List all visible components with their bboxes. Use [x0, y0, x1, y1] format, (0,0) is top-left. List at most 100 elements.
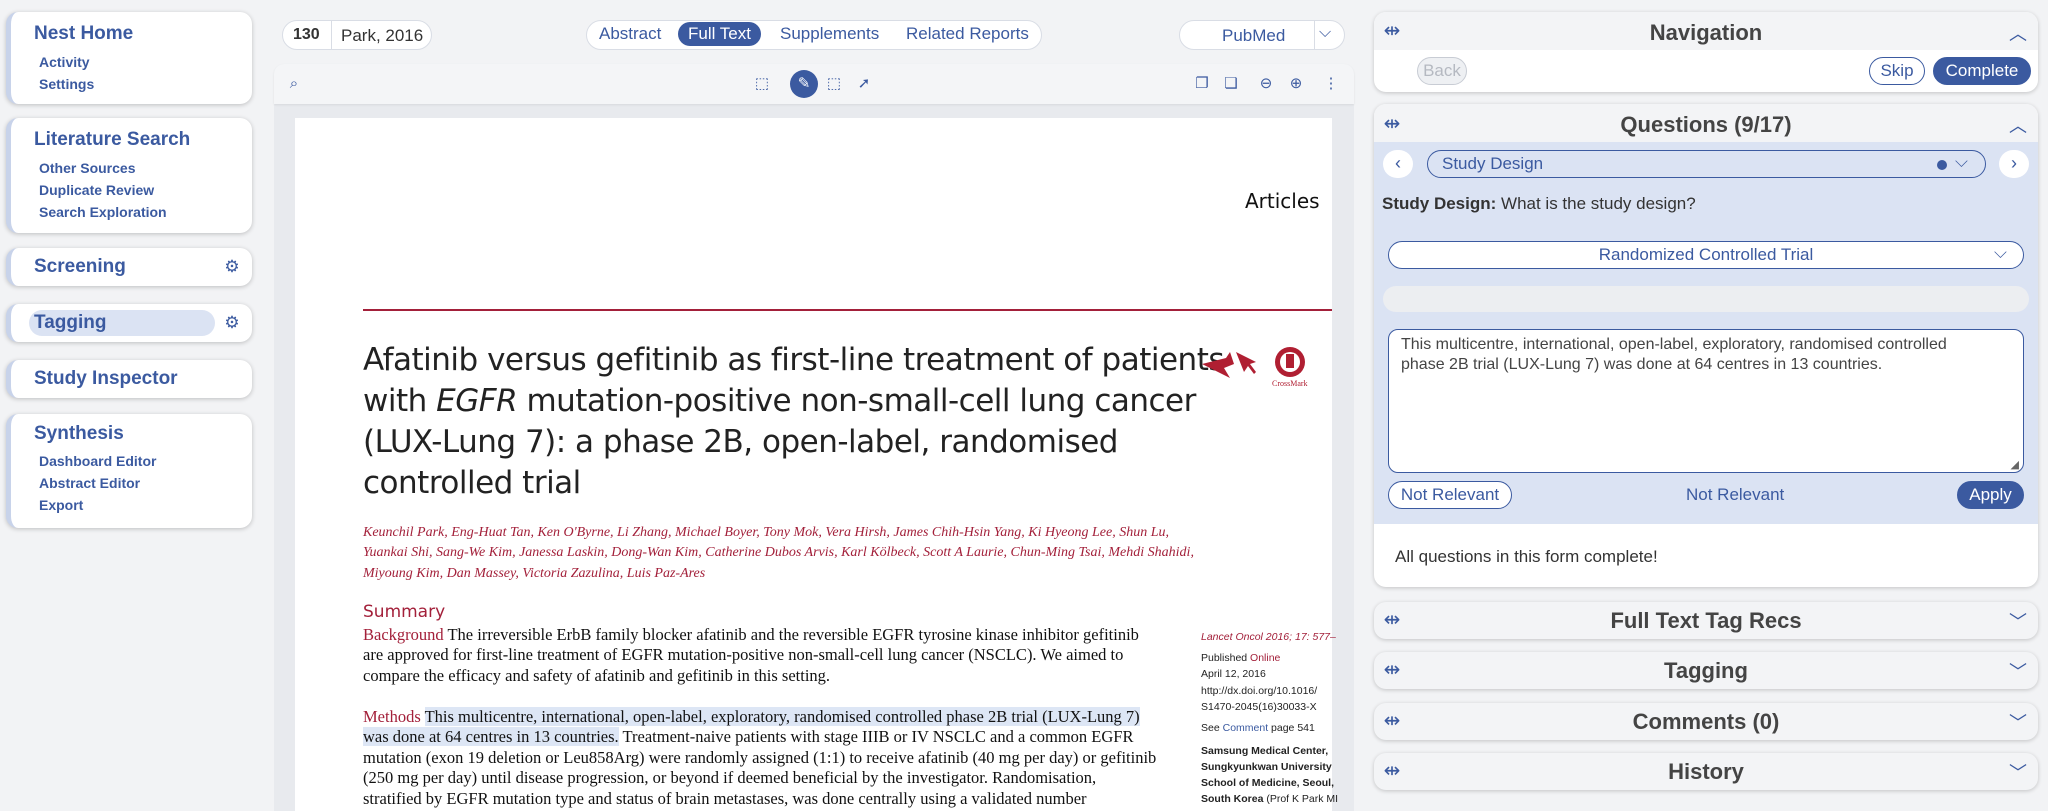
comments-chevron-down-icon[interactable]: ﹀ [2008, 709, 2028, 735]
crossmark-text: CrossMark [1272, 379, 1308, 388]
tab-full-text[interactable]: Full Text [678, 22, 761, 46]
full-text-tag-recs-chevron-down-icon[interactable]: ﹀ [2008, 608, 2028, 634]
zoom-in-icon[interactable]: ⊕ [1287, 75, 1305, 93]
affiliation-line-3: School of Medicine, Seoul, [1201, 777, 1335, 789]
sidebar-screening[interactable]: Screening ⚙ [6, 248, 252, 286]
sidebar-item-settings[interactable]: Settings [39, 76, 94, 92]
prev-question-button[interactable]: ‹ [1383, 150, 1413, 178]
notes-text: This multicentre, international, open-la… [1401, 336, 1947, 373]
sidebar-item-activity[interactable]: Activity [39, 54, 90, 70]
question-status-dot [1937, 160, 1947, 170]
doi-line-2[interactable]: S1470-2045(16)30033-X [1201, 701, 1317, 713]
section-label: Articles [1245, 189, 1320, 213]
zoom-out-icon[interactable]: ⊖ [1257, 75, 1275, 93]
answer-select[interactable]: Randomized Controlled Trial ⌵ [1388, 241, 2024, 269]
apply-button[interactable]: Apply [1957, 481, 2024, 509]
area-select-icon[interactable]: ⬚ [825, 75, 843, 93]
sidebar-study-inspector-title[interactable]: Study Inspector [34, 368, 178, 390]
sidebar-literature-search-title[interactable]: Literature Search [34, 129, 190, 151]
tagging-gear-icon[interactable]: ⚙ [224, 314, 240, 331]
see-comment-note: See Comment page 541 [1201, 722, 1315, 734]
tab-abstract[interactable]: Abstract [599, 24, 661, 44]
complete-message: All questions in this form complete! [1395, 547, 1658, 566]
methods-line-2: was done at 64 centres in 13 countries. … [363, 727, 1134, 746]
back-button[interactable]: Back [1417, 57, 1467, 85]
article-title-line-3: (LUX-Lung 7): a phase 2B, open-label, ra… [363, 424, 1118, 460]
resize-handle-icon[interactable]: ◢ [2011, 458, 2019, 471]
copy-icon[interactable]: ❐ [1193, 75, 1211, 93]
tab-supplements[interactable]: Supplements [780, 24, 879, 44]
source-select[interactable]: PubMed ⌵ [1179, 20, 1345, 50]
affiliation-line-4: South Korea (Prof K Park MI [1201, 793, 1339, 805]
citation-note: Lancet Oncol 2016; 17: 577– [1201, 631, 1336, 643]
doi-line-1[interactable]: http://dx.doi.org/10.1016/ [1201, 685, 1317, 697]
sidebar-tagging-title[interactable]: Tagging [34, 312, 106, 334]
duplicate-icon[interactable]: ❏ [1222, 75, 1240, 93]
sidebar-item-dashboard-editor[interactable]: Dashboard Editor [39, 453, 156, 469]
crossmark-logo: CrossMark [1200, 342, 1312, 390]
published-note: Published Online [1201, 652, 1281, 664]
notes-textarea[interactable]: This multicentre, international, open-la… [1388, 329, 2024, 473]
affiliation-line-2: Sungkyunkwan University [1201, 761, 1332, 773]
history-chevron-down-icon[interactable]: ﹀ [2008, 759, 2028, 785]
sidebar-item-search-exploration[interactable]: Search Exploration [39, 204, 167, 220]
source-select-value: PubMed [1222, 26, 1286, 45]
empty-field[interactable] [1383, 286, 2029, 312]
methods-line-5: stratified by EGFR mutation type and sta… [363, 789, 1087, 808]
sidebar-item-other-sources[interactable]: Other Sources [39, 160, 135, 176]
search-icon[interactable]: ⌕ [285, 75, 303, 93]
full-text-tag-recs-title: Full Text Tag Recs [1610, 608, 1802, 633]
sidebar-screening-title[interactable]: Screening [34, 256, 126, 278]
article-title-line-1: Afatinib versus gefitinib as first-line … [363, 342, 1225, 378]
sidebar-nest-home-title[interactable]: Nest Home [34, 23, 133, 45]
methods-line-4: (250 mg per day) until disease progressi… [363, 768, 1097, 787]
sidebar-synthesis-title[interactable]: Synthesis [34, 423, 124, 445]
title-rule [363, 309, 1332, 311]
more-vertical-icon[interactable]: ⋮ [1322, 75, 1340, 93]
sidebar-nest-home: Nest Home Activity Settings [6, 12, 252, 104]
navigation-title: Navigation [1649, 20, 1763, 45]
published-date: April 12, 2016 [1201, 668, 1266, 680]
question-select[interactable]: Study Design ⌵ [1427, 150, 1986, 178]
chevron-down-icon: ⌵ [1994, 243, 2007, 262]
select-text-off-icon[interactable]: ⬚ [753, 75, 771, 93]
questions-chevron-up-icon[interactable]: ︿ [2008, 112, 2028, 138]
sidebar-tagging[interactable]: Tagging ⚙ [6, 304, 252, 342]
sidebar-synthesis: Synthesis Dashboard Editor Abstract Edit… [6, 414, 252, 528]
tagging-chevron-down-icon[interactable]: ﹀ [2008, 658, 2028, 684]
methods-line-1: Methods This multicentre, international,… [363, 707, 1140, 726]
question-prompt: Study Design: What is the study design? [1382, 194, 1696, 213]
not-relevant-button[interactable]: Not Relevant [1388, 481, 1512, 509]
background-line-1: Background The irreversible ErbB family … [363, 625, 1139, 644]
next-question-button[interactable]: › [1999, 150, 2029, 178]
complete-button[interactable]: Complete [1933, 57, 2031, 85]
chevron-down-icon: ⌵ [1955, 152, 1968, 171]
background-line-3: compare the efficacy and safety of afati… [363, 666, 831, 685]
article-title-line-2: with EGFR mutation-positive non-small-ce… [363, 383, 1196, 419]
comments-title: Comments (0) [1632, 709, 1780, 734]
sidebar-item-abstract-editor[interactable]: Abstract Editor [39, 475, 140, 491]
tab-related-reports[interactable]: Related Reports [906, 24, 1029, 44]
summary-heading: Summary [363, 602, 446, 622]
background-line-2: are approved for first-line treatment of… [363, 645, 1124, 664]
skip-button[interactable]: Skip [1869, 57, 1925, 85]
pen-icon[interactable]: ✎ [795, 75, 813, 93]
tagging-title: Tagging [1664, 658, 1748, 683]
sidebar-item-duplicate-review[interactable]: Duplicate Review [39, 182, 154, 198]
record-label: Park, 2016 [341, 26, 424, 45]
authors-line-2: Yuankai Shi, Sang-We Kim, Janessa Laskin… [363, 545, 1194, 560]
screening-gear-icon[interactable]: ⚙ [224, 258, 240, 275]
chevron-down-icon: ⌵ [1319, 24, 1332, 41]
not-relevant-status: Not Relevant [1686, 485, 1785, 504]
pointer-icon[interactable]: ➚ [855, 75, 873, 93]
sidebar-item-export[interactable]: Export [39, 497, 83, 513]
record-id: 130 [293, 26, 320, 43]
sidebar-literature-search: Literature Search Other Sources Duplicat… [6, 118, 252, 233]
questions-title: Questions (9/17) [1620, 112, 1792, 137]
authors-line-1: Keunchil Park, Eng-Huat Tan, Ken O'Byrne… [363, 525, 1170, 540]
sidebar-study-inspector[interactable]: Study Inspector [6, 360, 252, 398]
navigation-chevron-up-icon[interactable]: ︿ [2008, 20, 2028, 46]
record-divider [331, 21, 332, 49]
record-pill: 130 Park, 2016 [282, 20, 432, 50]
affiliation-line-1: Samsung Medical Center, [1201, 745, 1329, 757]
